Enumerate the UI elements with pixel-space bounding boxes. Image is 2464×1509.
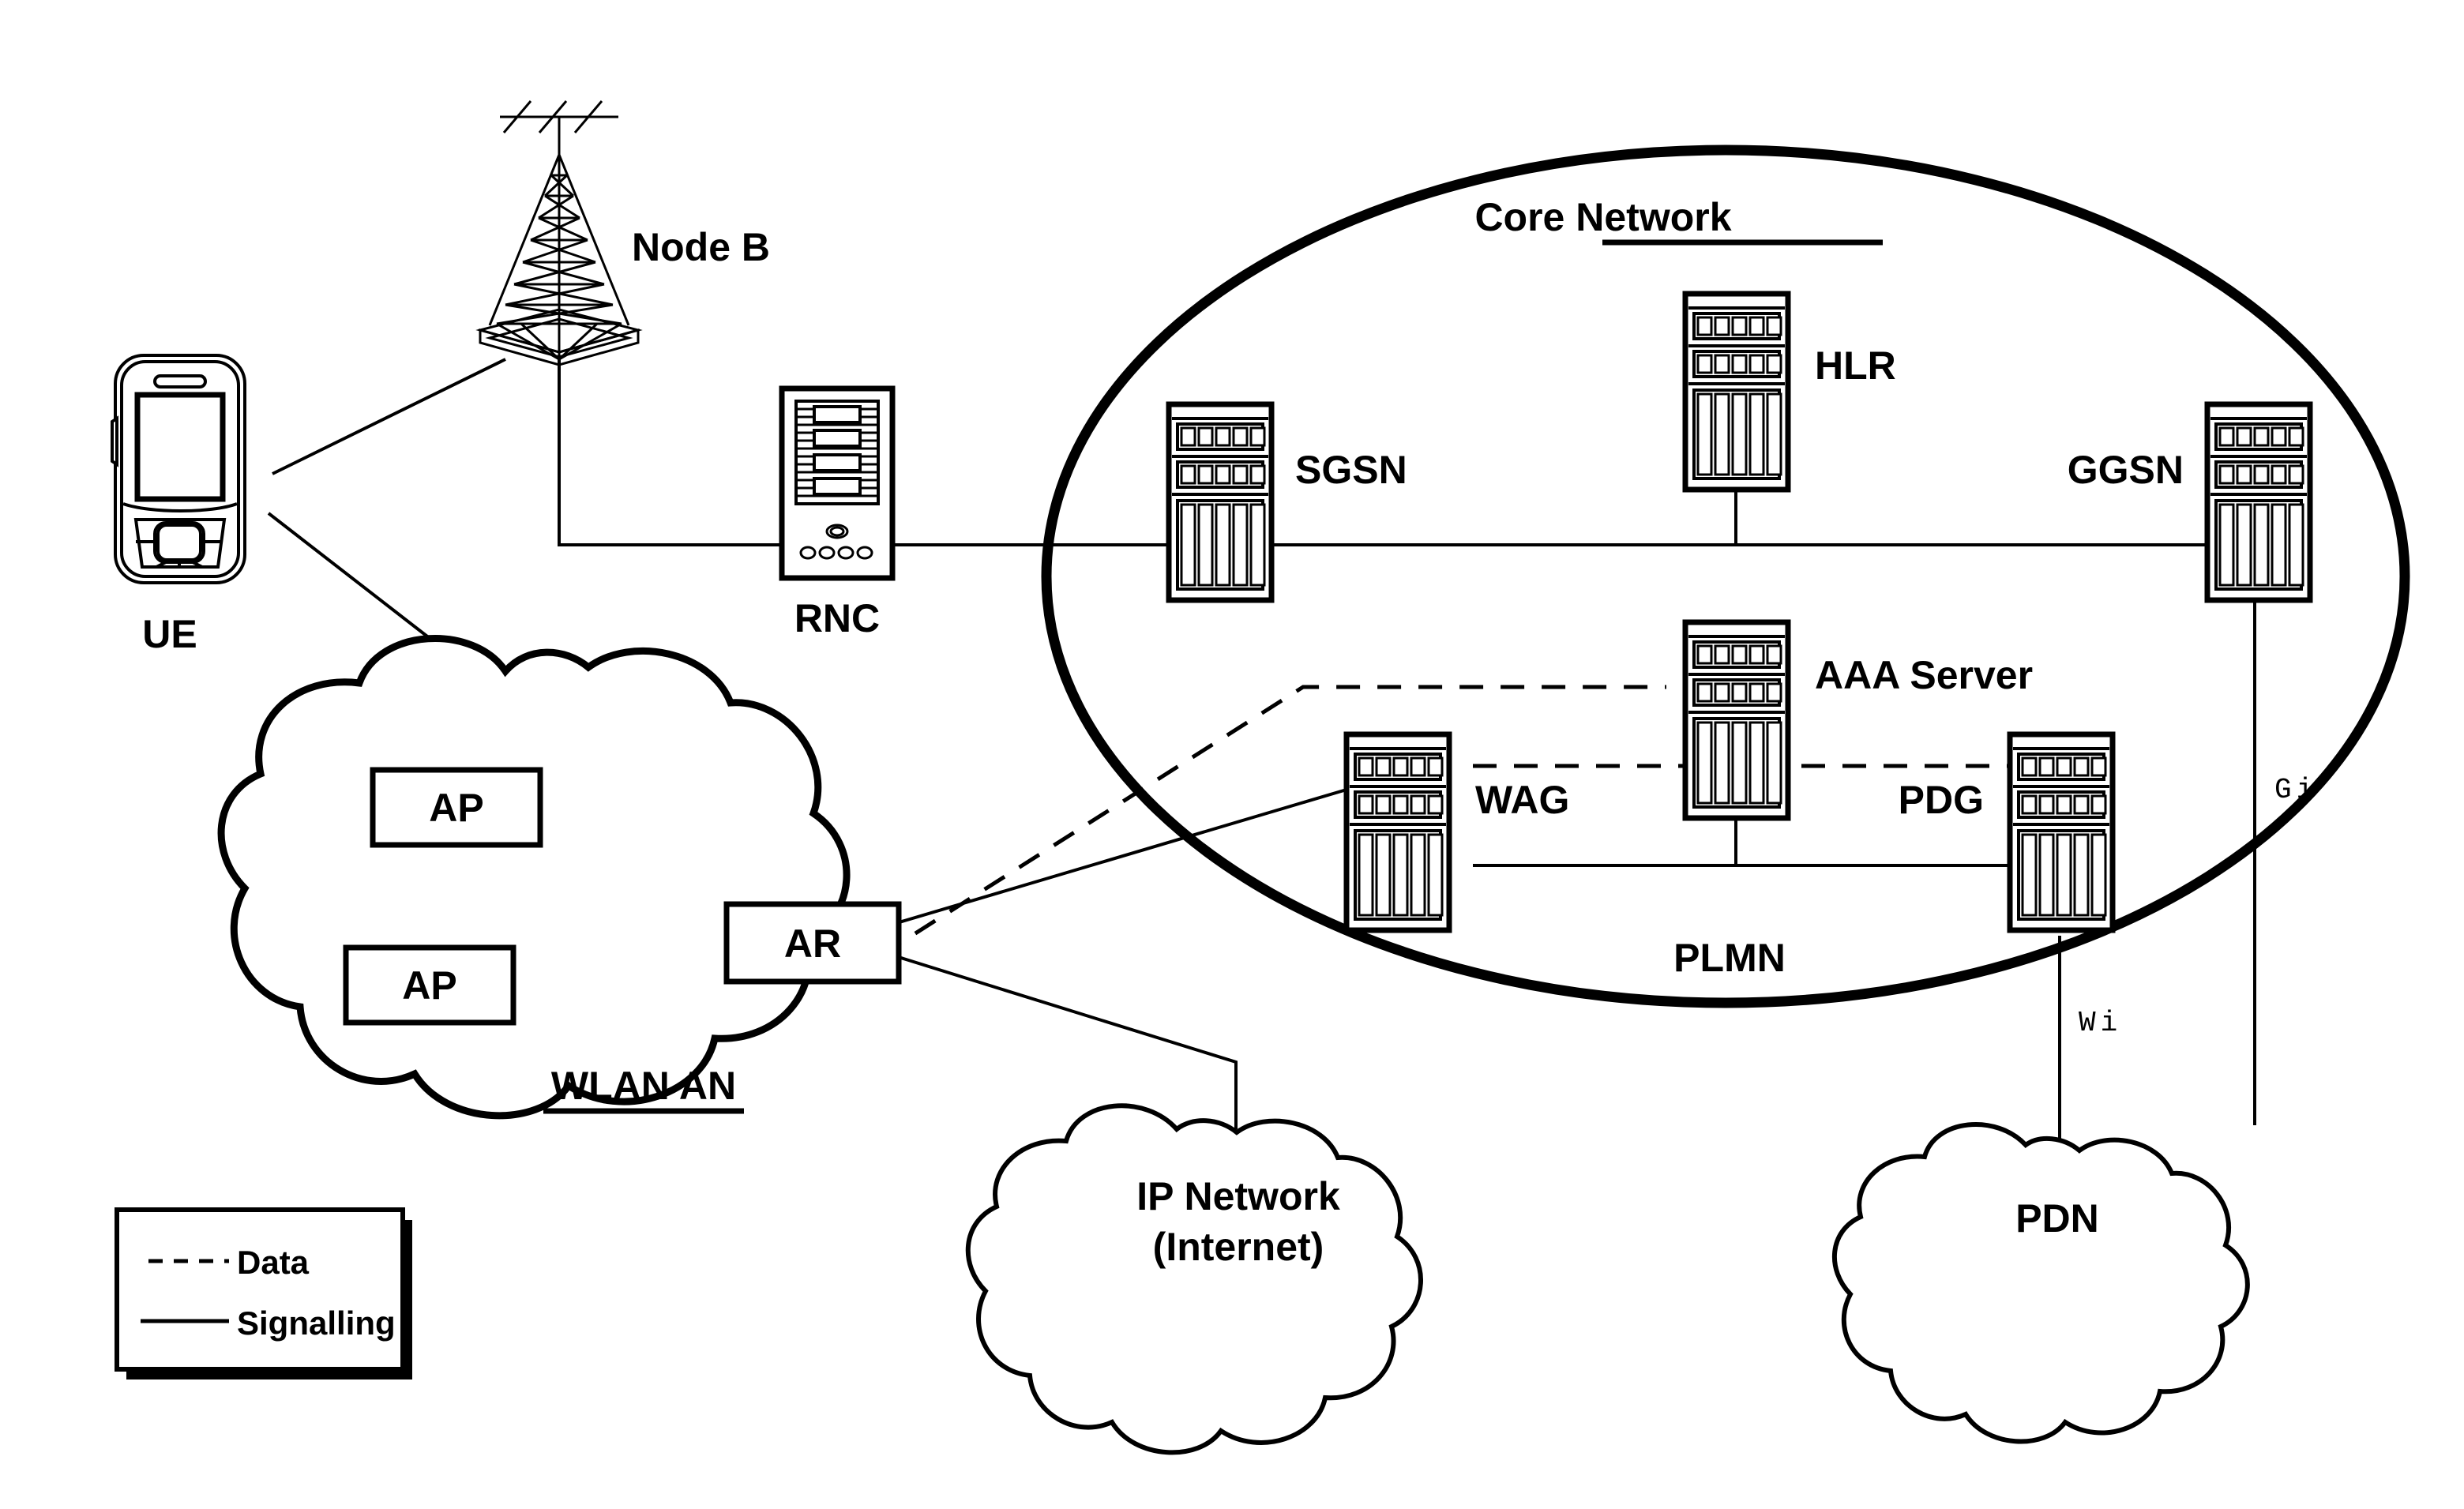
label-node-b: Node B bbox=[632, 225, 770, 269]
label-plmn: PLMN bbox=[1673, 936, 1786, 980]
link-nodeb-rnc bbox=[558, 359, 782, 546]
link-ue-nodeb bbox=[272, 358, 506, 475]
diagram-canvas: UE Node B RNC Core Network SGSN HLR GGSN… bbox=[111, 100, 2410, 1455]
legend-panel bbox=[115, 1207, 412, 1379]
label-pdn: PDN bbox=[2015, 1196, 2099, 1241]
aaa-server-icon bbox=[1682, 619, 1791, 821]
label-ue: UE bbox=[142, 612, 197, 656]
pdn-cloud bbox=[1831, 1122, 2250, 1444]
label-ggsn: GGSN bbox=[2068, 448, 2184, 492]
rnc-server-icon bbox=[779, 385, 896, 581]
label-rnc: RNC bbox=[794, 596, 880, 640]
wag-server-icon bbox=[1343, 731, 1452, 933]
label-sgsn: SGSN bbox=[1295, 448, 1407, 492]
label-legend-signalling: Signalling bbox=[237, 1304, 396, 1342]
label-wlan-an: WLAN AN bbox=[551, 1064, 736, 1108]
label-wag: WAG bbox=[1475, 778, 1569, 822]
wlan-an-cloud bbox=[217, 634, 851, 1120]
hlr-server-icon bbox=[1682, 291, 1791, 493]
label-interface-gi: Gi bbox=[2274, 774, 2318, 806]
label-ar: AR bbox=[784, 922, 841, 966]
sgsn-server-icon bbox=[1166, 401, 1275, 603]
pdg-server-icon bbox=[2007, 731, 2116, 933]
network-architecture-diagram: UE Node B RNC Core Network SGSN HLR GGSN… bbox=[0, 0, 2464, 1509]
ue-phone-icon bbox=[111, 354, 246, 584]
label-pdg: PDG bbox=[1899, 778, 1984, 822]
label-ap-1: AP bbox=[429, 786, 483, 830]
label-core-network: Core Network bbox=[1474, 195, 1731, 239]
label-ap-2: AP bbox=[402, 963, 456, 1008]
ip-network-cloud bbox=[965, 1103, 1423, 1455]
ggsn-server-icon bbox=[2204, 401, 2313, 603]
label-hlr: HLR bbox=[1815, 343, 1896, 388]
link-ar-ipnetwork bbox=[880, 950, 1238, 1129]
label-legend-data: Data bbox=[237, 1244, 310, 1281]
label-aaa-server: AAA Server bbox=[1815, 653, 2033, 697]
label-interface-wi: Wi bbox=[2079, 1007, 2122, 1039]
link-ar-wag bbox=[880, 788, 1347, 929]
label-ip-network-line2: (Internet) bbox=[1153, 1225, 1324, 1269]
node-b-tower-icon bbox=[475, 100, 643, 366]
label-ip-network-line1: IP Network bbox=[1136, 1174, 1340, 1218]
